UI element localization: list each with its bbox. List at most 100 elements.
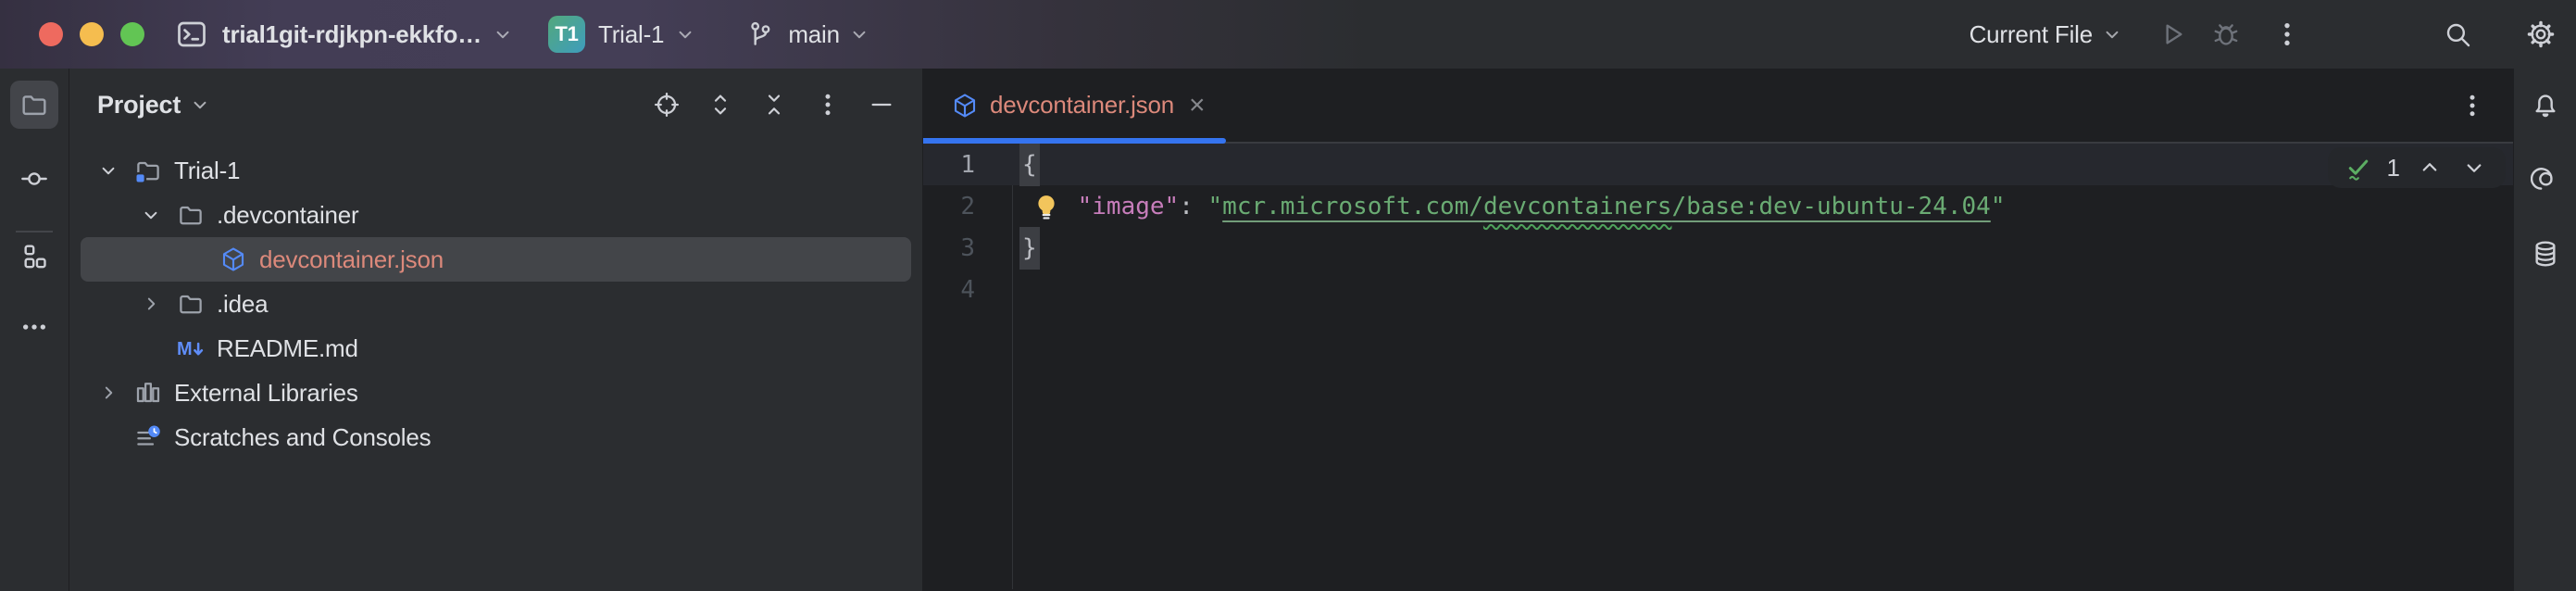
code-text: "image": "mcr.microsoft.com/devcontainer… — [1012, 193, 2005, 220]
editor-area: devcontainer.json × 1{2 "image": "mcr.mi… — [923, 69, 2513, 591]
markdown-icon: M — [176, 333, 206, 363]
typo-token: devcontainers — [1483, 193, 1672, 220]
inspection-widget[interactable]: 1 — [2328, 147, 2506, 188]
tree-item-trial-1[interactable]: Trial-1 — [81, 148, 911, 193]
notifications-button[interactable] — [2521, 82, 2570, 130]
code-token: } — [1019, 227, 1040, 270]
chevron-down-icon[interactable] — [96, 157, 133, 183]
project-switcher-label: trial1git-rdjkpn-ekkfo… — [222, 20, 481, 49]
tree-item-devcontainer-json[interactable]: devcontainer.json — [81, 237, 911, 282]
window-close-button[interactable] — [39, 22, 63, 46]
line-number: 4 — [923, 276, 1012, 304]
line-number: 2 — [923, 193, 1012, 220]
notifications-bell-icon — [2531, 91, 2560, 120]
code-editor[interactable]: 1{2 "image": "mcr.microsoft.com/devconta… — [923, 144, 2513, 589]
panel-title: Project — [97, 91, 181, 119]
tree-item-devcontainer[interactable]: .devcontainer — [81, 193, 911, 237]
project-switcher[interactable]: trial1git-rdjkpn-ekkfo… — [209, 20, 515, 49]
chevron-down-icon — [847, 22, 871, 46]
tree-item-label: External Libraries — [174, 379, 358, 408]
left-tool-strip — [0, 69, 69, 591]
next-problem-button[interactable] — [2459, 153, 2489, 182]
collapse-all-button[interactable] — [757, 88, 791, 121]
tree-item-label: .idea — [217, 290, 268, 319]
more-actions-button[interactable] — [2267, 14, 2307, 55]
search-everywhere-button[interactable] — [2437, 14, 2478, 55]
select-opened-file-button[interactable] — [650, 88, 683, 121]
chevron-spacer — [96, 424, 133, 450]
project-panel-header: Project — [69, 69, 922, 141]
tab-list-options-button[interactable] — [2456, 89, 2489, 122]
code-line-1[interactable]: 1{ — [923, 144, 2513, 185]
project-panel: Project Trial-1 .devcontainer devcontainer… — [69, 69, 923, 591]
run-button[interactable] — [2152, 14, 2193, 55]
tab-close-icon[interactable]: × — [1189, 90, 1206, 121]
code-token: "image" — [1078, 193, 1180, 220]
project-tree: Trial-1 .devcontainer devcontainer.json .id… — [69, 148, 922, 459]
tree-item-label: Trial-1 — [174, 157, 240, 185]
code-line-3[interactable]: 3} — [923, 227, 2513, 269]
window-zoom-button[interactable] — [120, 22, 144, 46]
chevron-spacer — [181, 246, 219, 272]
folder-icon — [176, 200, 206, 230]
line-number: 3 — [923, 234, 1012, 262]
tab-devcontainer-json[interactable]: devcontainer.json × — [923, 69, 1226, 142]
more-horizontal-icon — [19, 312, 49, 342]
svg-text:M: M — [177, 339, 192, 359]
tree-item-label: README.md — [217, 334, 358, 363]
code-line-4[interactable]: 4 — [923, 269, 2513, 310]
run-configuration-selector[interactable]: Current File — [1970, 20, 2124, 49]
project-folder-icon — [133, 156, 163, 185]
tree-item-external-libraries[interactable]: External Libraries — [81, 371, 911, 415]
chevron-down-icon — [2100, 22, 2124, 46]
main-content: Project Trial-1 .devcontainer devcontainer… — [0, 69, 2576, 591]
chevron-spacer — [139, 335, 176, 361]
workspace-switcher[interactable]: Trial-1 — [585, 20, 697, 49]
workspace-name-label: Trial-1 — [598, 20, 664, 49]
code-lines: 1{2 "image": "mcr.microsoft.com/devconta… — [923, 144, 2513, 310]
hide-panel-button[interactable] — [865, 88, 898, 121]
tree-item-scratches-and-consoles[interactable]: Scratches and Consoles — [81, 415, 911, 459]
panel-view-chevron-icon[interactable] — [188, 93, 212, 117]
chevron-right-icon[interactable] — [139, 291, 176, 317]
window-minimize-button[interactable] — [80, 22, 104, 46]
panel-actions — [650, 88, 898, 121]
structure-tool-button[interactable] — [10, 233, 58, 281]
titlebar-actions: Current File — [1970, 14, 2576, 55]
branch-name-label: main — [788, 20, 840, 49]
chevron-down-icon — [673, 22, 697, 46]
panel-options-button[interactable] — [811, 88, 844, 121]
settings-button[interactable] — [2520, 14, 2561, 55]
image-link-token[interactable]: /base:dev-ubuntu-24.04 — [1671, 193, 1990, 220]
prev-problem-button[interactable] — [2415, 153, 2445, 182]
database-button[interactable] — [2521, 230, 2570, 278]
folder-icon — [19, 90, 49, 119]
git-branch-widget[interactable]: main — [740, 14, 871, 55]
intention-bulb-icon[interactable] — [1032, 193, 1060, 222]
remote-terminal-icon — [174, 18, 209, 51]
chevron-right-icon[interactable] — [96, 380, 133, 406]
commit-tool-button[interactable] — [10, 155, 58, 203]
title-bar: trial1git-rdjkpn-ekkfo… T1 Trial-1 main … — [0, 0, 2576, 69]
expand-all-button[interactable] — [704, 88, 737, 121]
more-tools-button[interactable] — [10, 303, 58, 351]
editor-tab-bar: devcontainer.json × — [923, 69, 2513, 144]
code-line-2[interactable]: 2 "image": "mcr.microsoft.com/devcontain… — [923, 185, 2513, 227]
inspection-count: 1 — [2387, 154, 2400, 182]
tab-title: devcontainer.json — [990, 91, 1174, 119]
git-branch-icon — [740, 14, 781, 55]
workspace-badge: T1 — [548, 16, 585, 53]
tree-item-idea[interactable]: .idea — [81, 282, 911, 326]
project-tool-button[interactable] — [10, 81, 58, 129]
chevron-down-icon — [491, 22, 515, 46]
tree-item-readme-md[interactable]: M README.md — [81, 326, 911, 371]
database-icon — [2531, 239, 2560, 269]
image-link-token[interactable]: mcr.microsoft.com/ — [1222, 193, 1483, 220]
devcontainer-cube-icon — [951, 92, 979, 119]
chevron-down-icon[interactable] — [139, 202, 176, 228]
debug-button[interactable] — [2206, 14, 2246, 55]
code-token: " — [1991, 193, 2006, 220]
ai-assistant-button[interactable] — [2521, 156, 2570, 204]
tree-item-label: devcontainer.json — [259, 245, 444, 274]
libraries-icon — [133, 378, 163, 408]
